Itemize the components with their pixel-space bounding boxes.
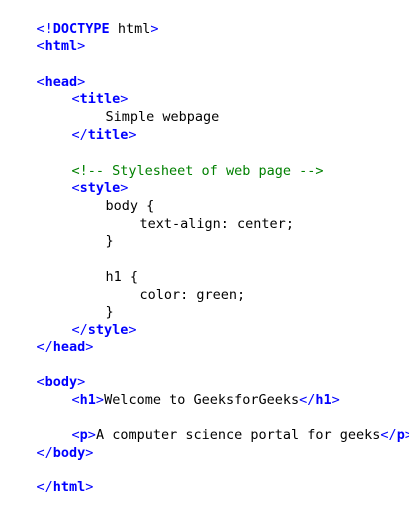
code-line-h1: <h1>Welcome to GeeksforGeeks</h1> <box>39 373 340 408</box>
code-line-head-open: <head> <box>4 55 86 90</box>
tag-bracket: </ <box>380 427 397 443</box>
tag-bracket: </ <box>36 339 53 355</box>
tag-name-body: body <box>52 445 86 461</box>
tag-bracket: > <box>128 127 137 143</box>
tag-bracket: > <box>331 392 340 408</box>
doctype-rest: html <box>109 21 151 37</box>
tag-bracket: </ <box>71 127 88 143</box>
tag-bracket: </ <box>36 479 53 495</box>
tag-bracket: </ <box>36 445 53 461</box>
code-line-title-text: Simple webpage <box>73 90 220 125</box>
tag-name-head: head <box>52 339 86 355</box>
code-line-brace-close: } <box>73 214 114 249</box>
tag-bracket: > <box>128 322 137 338</box>
code-line-h1-selector: h1 { <box>73 250 139 285</box>
css-declaration-color: color: green; <box>139 287 246 303</box>
code-line-comment: <!-- Stylesheet of web page --> <box>39 144 324 179</box>
tag-bracket: > <box>95 392 105 408</box>
code-line-doctype: <!DOCTYPE html> <box>4 2 159 37</box>
css-declaration-text-align: text-align: center; <box>139 216 294 232</box>
tag-name-title: title <box>87 127 129 143</box>
code-line-p: <p>A computer science portal for geeks</… <box>39 408 409 443</box>
tag-name-p: p <box>396 427 405 443</box>
code-line-color: color: green; <box>107 268 246 303</box>
code-line-html-close: </html> <box>4 460 94 495</box>
code-listing: <!DOCTYPE html> <html> <head> <title> Si… <box>0 0 409 495</box>
doctype-close: > <box>150 21 159 37</box>
tag-name-style: style <box>87 322 129 338</box>
tag-name-html: html <box>52 479 86 495</box>
code-line-html-open: <html> <box>4 19 86 54</box>
tag-name-h1: h1 <box>79 392 96 408</box>
tag-name-h1: h1 <box>315 392 332 408</box>
tag-bracket: < <box>71 392 80 408</box>
css-brace-close: } <box>105 233 114 249</box>
code-line-body-open: <body> <box>4 355 86 390</box>
code-line-body-selector: body { <box>73 179 155 214</box>
code-line-title-close: </title> <box>39 108 137 143</box>
tag-bracket: > <box>85 445 94 461</box>
tag-bracket: > <box>85 479 94 495</box>
code-line-head-close: </head> <box>4 320 94 355</box>
h1-text: Welcome to GeeksforGeeks <box>104 392 300 408</box>
tag-bracket: > <box>77 38 86 54</box>
code-line-style-close: </style> <box>39 303 137 338</box>
tag-bracket: < <box>36 38 45 54</box>
code-line-brace-close: } <box>73 285 114 320</box>
code-line-style-open: <style> <box>39 161 129 196</box>
code-line-body-close: </body> <box>4 426 94 461</box>
tag-bracket: > <box>404 427 409 443</box>
code-line-text-align: text-align: center; <box>107 197 294 232</box>
p-text: A computer science portal for geeks <box>95 427 381 443</box>
tag-bracket: </ <box>299 392 316 408</box>
code-line-title-open: <title> <box>39 72 129 107</box>
tag-bracket: > <box>85 339 94 355</box>
tag-name-html: html <box>44 38 78 54</box>
